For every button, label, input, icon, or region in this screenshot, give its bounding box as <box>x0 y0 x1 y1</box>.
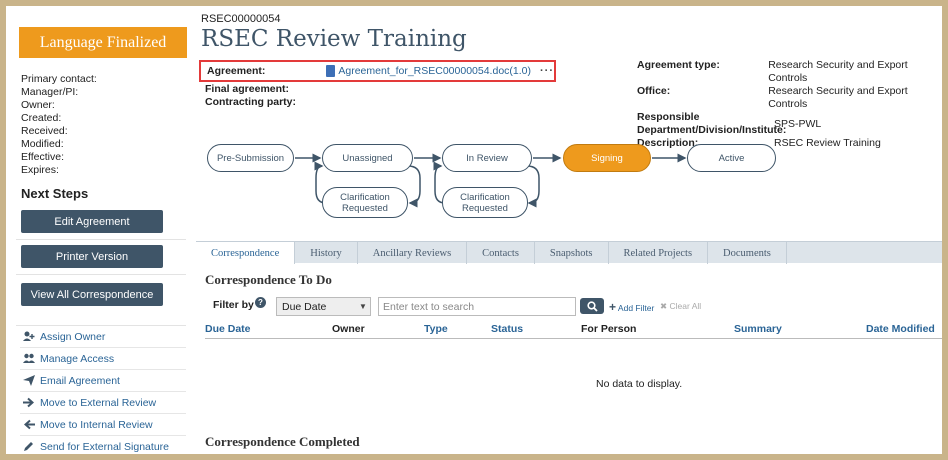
assign-owner-icon <box>20 331 38 342</box>
meta-expires: Expires: <box>21 164 59 176</box>
search-input[interactable] <box>378 297 576 316</box>
action-email-agreement[interactable]: Email Agreement <box>20 370 186 392</box>
workflow-state-pre-submission: Pre-Submission <box>207 144 294 172</box>
tab-documents[interactable]: Documents <box>708 242 787 264</box>
filter-field-value: Due Date <box>282 300 327 313</box>
sidebar: Language Finalized Primary contact: Mana… <box>6 6 188 454</box>
column-header-due-date[interactable]: Due Date <box>205 323 251 335</box>
view-all-correspondence-button[interactable]: View All Correspondence <box>21 283 163 306</box>
page-title: RSEC Review Training <box>201 26 467 52</box>
search-button[interactable] <box>580 298 604 314</box>
meta-owner: Owner: <box>21 99 55 111</box>
next-steps-title: Next Steps <box>21 186 89 201</box>
agreement-label: Agreement: <box>207 65 266 77</box>
property-value: RSEC Review Training <box>774 137 881 149</box>
column-header-for-person[interactable]: For Person <box>581 323 636 335</box>
property-value: SPS-PWL <box>774 117 822 130</box>
property-department: Responsible Department/Division/Institut… <box>637 111 942 137</box>
meta-effective: Effective: <box>21 151 64 163</box>
tab-correspondence[interactable]: Correspondence <box>196 242 296 264</box>
action-label: Send for External Signature <box>40 440 169 453</box>
meta-primary-contact: Primary contact: <box>21 73 97 85</box>
contracting-party-label: Contracting party: <box>205 96 297 108</box>
action-label: Move to Internal Review <box>40 418 153 431</box>
arrow-right-icon <box>20 397 38 408</box>
correspondence-completed-title: Correspondence Completed <box>205 434 360 449</box>
add-filter-label: Add Filter <box>617 303 655 313</box>
action-send-for-external-signature[interactable]: Send for External Signature <box>20 436 186 454</box>
app-frame: Language Finalized Primary contact: Mana… <box>6 6 942 454</box>
workflow-state-signing: Signing <box>563 144 651 172</box>
divider <box>16 239 186 240</box>
workflow-state-clarification-requested: Clarification Requested <box>322 187 408 218</box>
agreement-document-link[interactable]: Agreement_for_RSEC00000054.doc(1.0) <box>338 65 531 77</box>
send-email-icon <box>20 375 38 386</box>
add-filter-link[interactable]: + Add Filter <box>609 300 654 314</box>
property-key: Office: <box>637 85 671 97</box>
workflow-state-in-review: In Review <box>442 144 532 172</box>
pencil-icon <box>20 441 38 452</box>
filter-by-label: Filter by <box>213 299 254 311</box>
workflow-state-clarification-requested: Clarification Requested <box>442 187 528 218</box>
final-agreement-label: Final agreement: <box>205 83 290 95</box>
property-key: Responsible Department/Division/Institut… <box>637 111 787 136</box>
column-header-type[interactable]: Type <box>424 323 448 335</box>
clear-all-label: Clear All <box>669 301 702 311</box>
grid-header-divider <box>205 338 942 339</box>
meta-manager-pi: Manager/PI: <box>21 86 79 98</box>
clear-all-link[interactable]: ✖ Clear All <box>660 301 701 312</box>
search-icon <box>586 300 598 312</box>
manage-access-icon <box>20 353 38 364</box>
column-header-status[interactable]: Status <box>491 323 523 335</box>
property-office: Office: Research Security and Export Con… <box>637 85 942 111</box>
record-id: RSEC00000054 <box>201 13 281 25</box>
column-header-summary[interactable]: Summary <box>734 323 782 335</box>
tab-history[interactable]: History <box>295 242 358 264</box>
agreement-row: Agreement: Agreement_for_RSEC00000054.do… <box>199 60 556 82</box>
workflow-diagram: Pre-Submission Unassigned In Review Sign… <box>200 141 780 221</box>
property-value: Research Security and Export Controls <box>768 85 908 110</box>
action-manage-access[interactable]: Manage Access <box>20 348 186 370</box>
edit-agreement-button[interactable]: Edit Agreement <box>21 210 163 233</box>
help-icon[interactable]: ? <box>255 297 266 308</box>
property-value: Research Security and Export Controls <box>768 59 908 84</box>
workflow-state-active: Active <box>687 144 776 172</box>
tab-bar: Correspondence History Ancillary Reviews… <box>196 241 942 264</box>
tab-related-projects[interactable]: Related Projects <box>609 242 709 264</box>
agreement-properties: Agreement type: Research Security and Ex… <box>637 59 942 150</box>
record-meta-list: Primary contact: Manager/PI: Owner: Crea… <box>21 73 97 177</box>
divider <box>16 274 186 275</box>
action-label: Assign Owner <box>40 330 106 343</box>
action-label: Email Agreement <box>40 374 120 387</box>
action-assign-owner[interactable]: Assign Owner <box>20 326 186 348</box>
action-move-to-external-review[interactable]: Move to External Review <box>20 392 186 414</box>
chevron-down-icon: ▼ <box>359 302 367 311</box>
column-header-owner[interactable]: Owner <box>332 323 365 335</box>
action-label: Manage Access <box>40 352 115 365</box>
property-agreement-type: Agreement type: Research Security and Ex… <box>637 59 942 85</box>
printer-version-button[interactable]: Printer Version <box>21 245 163 268</box>
word-document-icon <box>325 65 336 77</box>
more-options-icon[interactable]: ··· <box>540 65 554 77</box>
correspondence-todo-title: Correspondence To Do <box>205 272 332 287</box>
arrow-left-icon <box>20 419 38 430</box>
tab-ancillary-reviews[interactable]: Ancillary Reviews <box>358 242 468 264</box>
close-icon: ✖ <box>660 301 668 311</box>
action-move-to-internal-review[interactable]: Move to Internal Review <box>20 414 186 436</box>
filter-field-select[interactable]: Due Date ▼ <box>276 297 371 316</box>
meta-modified: Modified: <box>21 138 64 150</box>
meta-created: Created: <box>21 112 62 124</box>
tab-contacts[interactable]: Contacts <box>467 242 535 264</box>
column-header-date-modified[interactable]: Date Modified <box>866 323 935 335</box>
action-label: Move to External Review <box>40 396 157 409</box>
status-banner: Language Finalized <box>19 27 187 58</box>
empty-state-message: No data to display. <box>596 378 683 390</box>
meta-received: Received: <box>21 125 68 137</box>
workflow-state-unassigned: Unassigned <box>322 144 413 172</box>
plus-icon: + <box>609 300 617 314</box>
property-key: Agreement type: <box>637 59 720 71</box>
tab-snapshots[interactable]: Snapshots <box>535 242 609 264</box>
